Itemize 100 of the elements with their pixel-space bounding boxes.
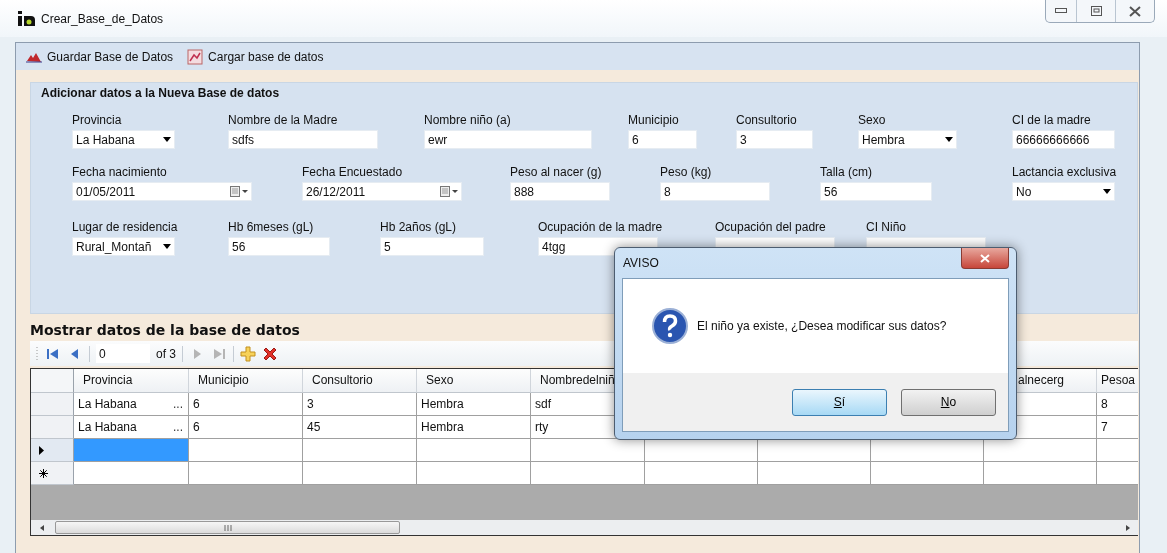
input-field[interactable]: 888 <box>510 182 610 201</box>
dialog-button[interactable]: No <box>901 388 996 416</box>
document-chart-icon <box>187 48 204 65</box>
calendar-dropdown-icon[interactable] <box>440 186 458 197</box>
table-cell[interactable] <box>984 439 1097 462</box>
new-row-icon <box>39 468 48 478</box>
dropdown-arrow-icon[interactable] <box>945 137 953 142</box>
table-cell[interactable]: La Habana ... <box>74 416 189 439</box>
close-icon <box>1129 5 1141 17</box>
column-header[interactable]: Consultorio <box>303 369 417 393</box>
record-count: of 3 <box>156 346 176 361</box>
close-icon <box>980 253 990 263</box>
date-picker[interactable]: 26/12/2011 <box>302 182 462 201</box>
input-field[interactable]: 3 <box>736 130 813 149</box>
table-cell[interactable] <box>531 439 645 462</box>
table-cell[interactable] <box>303 462 417 485</box>
current-row-icon <box>39 445 44 455</box>
field-label: Sexo <box>858 113 887 127</box>
field-label: Municipio <box>628 113 680 127</box>
input-field[interactable]: 5 <box>380 237 484 256</box>
field-label: Fecha nacimiento <box>72 165 168 179</box>
input-field[interactable]: 8 <box>660 182 770 201</box>
grip-icon <box>223 524 232 531</box>
table-cell[interactable]: 45 <box>303 416 417 439</box>
column-header[interactable]: Municipio <box>189 369 303 393</box>
table-cell[interactable] <box>758 462 871 485</box>
input-field[interactable]: ewr <box>424 130 592 149</box>
group-title: Adicionar datos a la Nueva Base de datos <box>41 86 280 100</box>
delete-icon[interactable] <box>262 345 278 362</box>
date-picker[interactable]: 01/05/2011 <box>72 182 252 201</box>
field-label: CI de la madre <box>1012 113 1092 127</box>
field-label: Ocupación del padre <box>715 220 827 234</box>
table-cell[interactable] <box>303 439 417 462</box>
table-cell[interactable] <box>189 439 303 462</box>
field-label: Lactancia exclusiva <box>1012 165 1115 179</box>
input-field[interactable]: 56 <box>228 237 330 256</box>
table-cell[interactable]: Hembra <box>417 393 531 416</box>
field-label: Provincia <box>72 113 123 127</box>
table-cell[interactable]: 3 <box>303 393 417 416</box>
dialog-title: AVISO <box>623 256 659 270</box>
window-title: Crear_Base_de_Datos <box>41 11 164 26</box>
add-icon[interactable] <box>240 345 256 362</box>
table-cell[interactable] <box>645 462 758 485</box>
dialog-button[interactable]: Sí <box>792 388 887 416</box>
input-field[interactable]: 56 <box>820 182 932 201</box>
table-cell[interactable] <box>417 439 531 462</box>
table-cell[interactable] <box>531 462 645 485</box>
table-cell[interactable] <box>417 462 531 485</box>
maximize-icon <box>1090 6 1102 16</box>
grid-corner[interactable] <box>31 369 74 393</box>
dropdown-arrow-icon[interactable] <box>163 137 171 142</box>
field-label: Nombre niño (a) <box>424 113 512 127</box>
dropdown[interactable]: Hembra <box>858 130 957 149</box>
table-cell[interactable]: La Habana ... <box>74 393 189 416</box>
table-cell[interactable]: 6 <box>189 393 303 416</box>
table-cell[interactable] <box>871 439 984 462</box>
field-label: Nombre de la Madre <box>228 113 339 127</box>
calendar-dropdown-icon[interactable] <box>230 186 248 197</box>
field-label: Talla (cm) <box>820 165 873 179</box>
field-label: Peso al nacer (g) <box>510 165 603 179</box>
column-header[interactable]: Sexo <box>417 369 531 393</box>
table-cell[interactable] <box>189 462 303 485</box>
menu-item[interactable]: Guardar Base de Datos <box>26 49 174 64</box>
row-header[interactable] <box>31 462 74 485</box>
table-cell[interactable] <box>645 439 758 462</box>
column-header[interactable]: Provincia <box>74 369 189 393</box>
field-label: Peso (kg) <box>660 165 713 179</box>
horizontal-scrollbar[interactable] <box>31 520 1138 535</box>
table-cell[interactable]: Hembra <box>417 416 531 439</box>
input-field[interactable]: 66666666666 <box>1012 130 1115 149</box>
position-field[interactable]: 0 <box>96 344 150 363</box>
table-cell[interactable] <box>74 462 189 485</box>
dialog-message: El niño ya existe, ¿Desea modificar sus datos? <box>697 319 947 333</box>
question-icon <box>652 308 688 344</box>
table-cell[interactable] <box>74 439 189 462</box>
table-cell[interactable] <box>871 462 984 485</box>
field-label: Consultorio <box>736 113 798 127</box>
minimize-icon <box>1055 8 1067 14</box>
dropdown[interactable]: No <box>1012 182 1115 201</box>
field-label: CI Niño <box>866 220 907 234</box>
row-header[interactable] <box>31 439 74 462</box>
table-cell[interactable]: 7 <box>1097 416 1138 439</box>
dropdown[interactable]: Rural_Montañ <box>72 237 175 256</box>
field-label: Hb 6meses (gL) <box>228 220 315 234</box>
input-field[interactable]: sdfs <box>228 130 378 149</box>
input-field[interactable]: 6 <box>628 130 697 149</box>
close-button[interactable] <box>961 248 1009 269</box>
dropdown[interactable]: La Habana <box>72 130 175 149</box>
field-label: Hb 2años (gL) <box>380 220 458 234</box>
table-cell[interactable]: 8 <box>1097 393 1138 416</box>
table-cell[interactable] <box>758 439 871 462</box>
dropdown-arrow-icon[interactable] <box>1103 189 1111 194</box>
table-cell[interactable]: 6 <box>189 416 303 439</box>
section-title: Mostrar datos de la base de datos <box>30 322 300 338</box>
field-label: Fecha Encuestado <box>302 165 404 179</box>
app-logo-icon <box>18 11 35 26</box>
menu-item[interactable]: Cargar base de datos <box>187 48 324 65</box>
column-header[interactable]: Pesoa <box>1097 369 1138 393</box>
dropdown-arrow-icon[interactable] <box>163 244 171 249</box>
table-cell[interactable] <box>984 462 1097 485</box>
